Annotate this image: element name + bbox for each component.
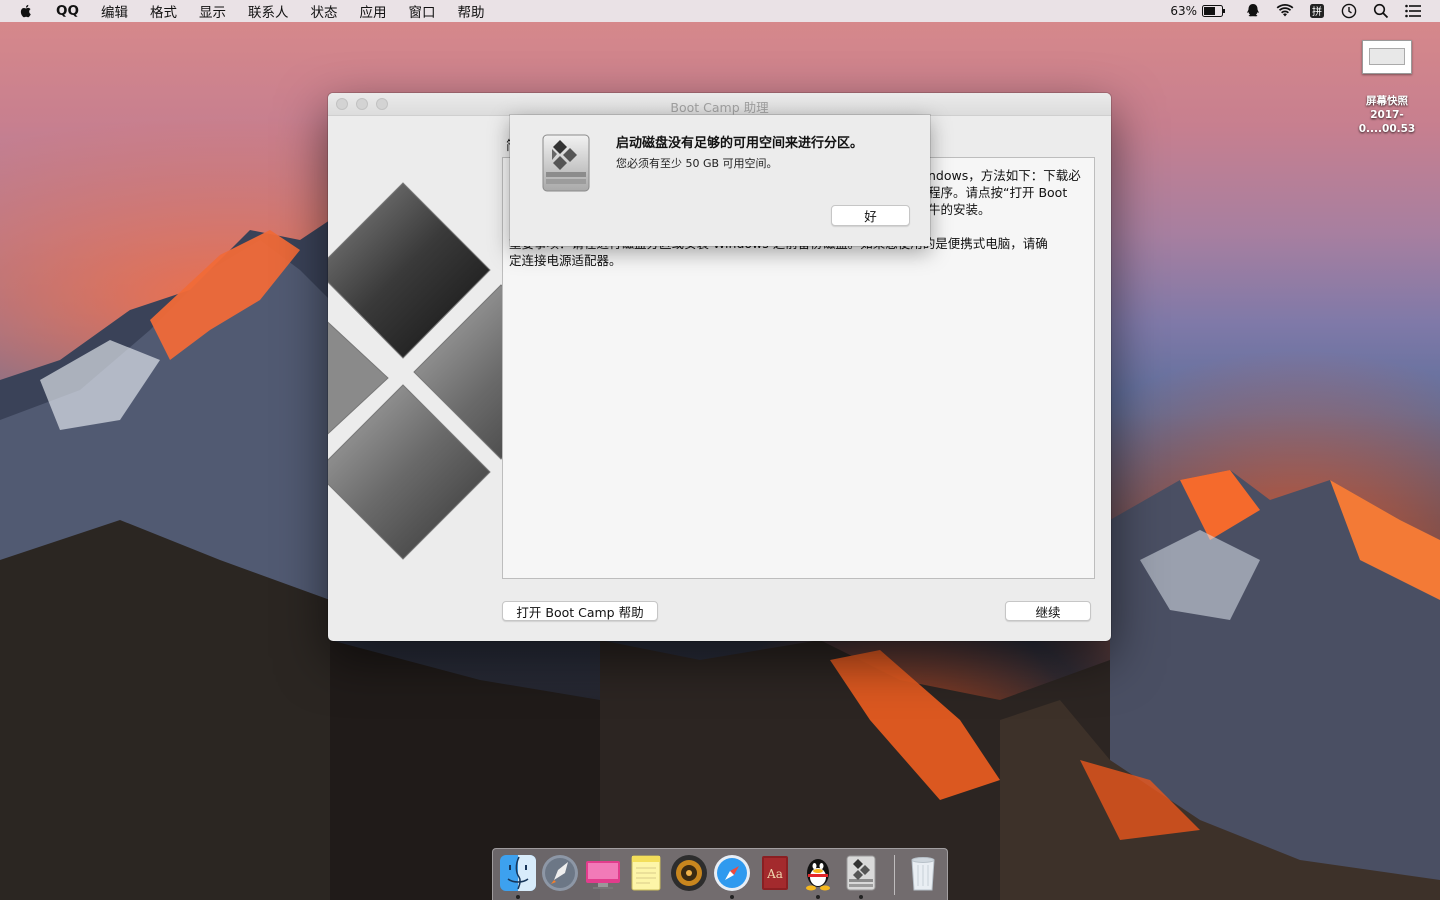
safari-icon[interactable] [712, 853, 752, 893]
desktop-file-title: 屏幕快照 [1366, 95, 1408, 107]
menu-help[interactable]: 帮助 [457, 1, 484, 21]
menu-edit[interactable]: 编辑 [101, 1, 128, 21]
intro-line: 程序。请点按“打开 Boot [928, 185, 1068, 200]
desktop-file-name: 2017-0....00.53 [1358, 109, 1416, 135]
intro-line: 牛的安装。 [928, 202, 991, 217]
launchpad-icon[interactable] [540, 853, 580, 893]
finder-icon[interactable] [498, 853, 538, 893]
dictionary-icon[interactable]: Aa [755, 853, 795, 893]
window-title: Boot Camp 助理 [670, 100, 769, 115]
running-indicator [816, 895, 820, 899]
screenshot-thumbnail-icon [1362, 40, 1412, 74]
menu-apps[interactable]: 应用 [359, 1, 386, 21]
clock-icon[interactable] [1340, 3, 1358, 19]
menu-app-qq[interactable]: QQ [56, 3, 79, 19]
menu-status[interactable]: 状态 [310, 1, 337, 21]
input-method-icon[interactable]: 拼 [1308, 3, 1326, 19]
running-indicator [859, 895, 863, 899]
menu-window[interactable]: 窗口 [408, 1, 435, 21]
wifi-icon[interactable] [1276, 3, 1294, 19]
continue-button[interactable]: 继续 [1005, 601, 1091, 621]
trash-icon[interactable] [903, 853, 943, 893]
intro-paragraph: ndows，方法如下：下载必 程序。请点按“打开 Boot 牛的安装。 [928, 167, 1081, 218]
alert-ok-button[interactable]: 好 [831, 205, 910, 226]
menu-format[interactable]: 格式 [150, 1, 177, 21]
running-indicator [516, 895, 520, 899]
dock: Aa [492, 848, 948, 900]
menu-contacts[interactable]: 联系人 [248, 1, 289, 21]
intro-line: ndows，方法如下：下载必 [928, 168, 1081, 183]
desktop-screenshot-file[interactable]: 屏幕快照 2017-0....00.53 [1344, 40, 1430, 136]
alert-sheet: 启动磁盘没有足够的可用空间来进行分区。 您必须有至少 50 GB 可用空间。 好 [510, 115, 930, 246]
menu-view[interactable]: 显示 [199, 1, 226, 21]
battery-icon[interactable] [1202, 5, 1226, 17]
bootcamp-icon[interactable] [841, 853, 881, 893]
notes-icon[interactable] [626, 853, 666, 893]
apple-menu-icon[interactable] [18, 3, 34, 19]
dock-separator [894, 855, 895, 895]
window-titlebar[interactable]: Boot Camp 助理 [328, 93, 1111, 116]
running-indicator [730, 895, 734, 899]
qq-icon[interactable] [798, 853, 838, 893]
spotlight-search-icon[interactable] [1372, 3, 1390, 19]
alert-informative-text: 您必须有至少 50 GB 可用空间。 [616, 157, 778, 170]
battery-percent: 63% [1170, 4, 1197, 18]
alert-message: 启动磁盘没有足够的可用空间来进行分区。 [616, 136, 864, 151]
screen-sharing-icon[interactable] [583, 853, 623, 893]
note-line: 定连接电源适配器。 [509, 253, 622, 268]
menu-bar: QQ 编辑 格式 显示 联系人 状态 应用 窗口 帮助 63% 拼 [0, 0, 1440, 22]
music-player-icon[interactable] [669, 853, 709, 893]
svg-text:Aa: Aa [766, 867, 783, 881]
bootcamp-disk-icon [542, 134, 590, 192]
svg-text:拼: 拼 [1312, 5, 1322, 18]
open-bootcamp-help-button[interactable]: 打开 Boot Camp 帮助 [502, 601, 658, 621]
notification-center-icon[interactable] [1404, 3, 1422, 19]
qq-status-icon[interactable] [1244, 3, 1262, 19]
